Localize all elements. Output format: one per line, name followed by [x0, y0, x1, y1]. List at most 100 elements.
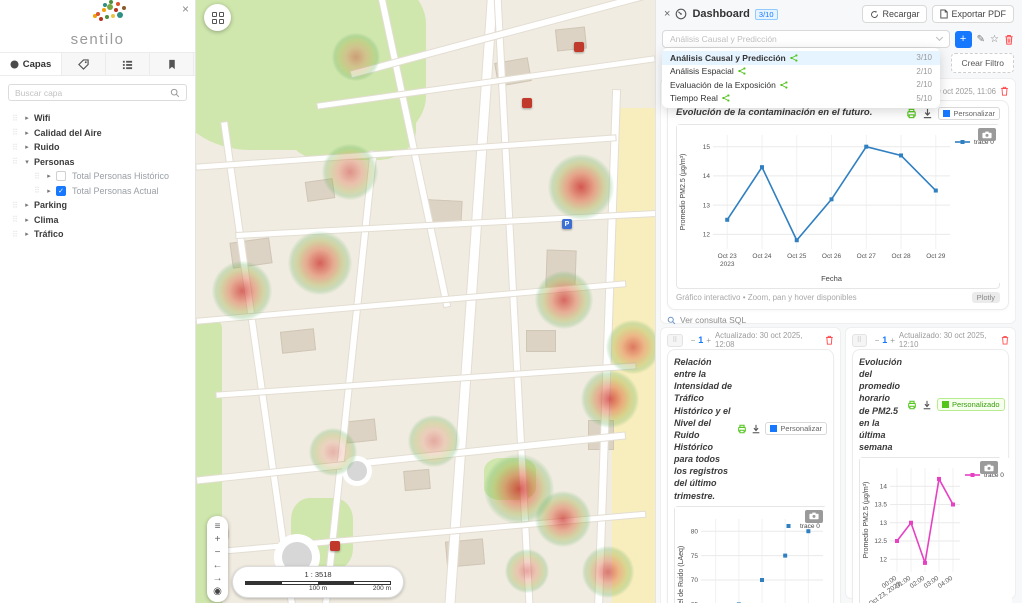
camera-icon[interactable]: [978, 128, 996, 141]
close-icon[interactable]: ×: [664, 8, 670, 20]
back-button[interactable]: ←: [207, 559, 228, 572]
edit-icon[interactable]: ✎: [977, 34, 985, 45]
layers-icon[interactable]: ≡: [207, 520, 228, 533]
caret-icon[interactable]: ▸: [22, 201, 32, 209]
layer-item-total-personas-histórico[interactable]: ⠿▸Total Personas Histórico: [0, 169, 195, 184]
svg-text:14: 14: [880, 484, 888, 491]
sentilo-logo: sentilo: [0, 0, 195, 52]
layer-label: Ruido: [34, 142, 60, 152]
svg-text:15: 15: [703, 144, 711, 151]
drag-handle-icon[interactable]: ⠿: [34, 172, 44, 181]
layer-item-clima[interactable]: ⠿▸Clima: [0, 213, 195, 228]
drag-handle[interactable]: ⠿: [667, 334, 683, 347]
poi-marker[interactable]: [522, 98, 532, 108]
stepper-minus[interactable]: −: [875, 336, 880, 345]
dropdown-option[interactable]: Tiempo Real5/10: [662, 92, 940, 106]
tab-tags[interactable]: [62, 53, 106, 75]
map-grid-button[interactable]: [204, 4, 231, 31]
caret-icon[interactable]: ▾: [22, 158, 32, 166]
drag-handle-icon[interactable]: ⠿: [12, 230, 22, 239]
caret-icon[interactable]: ▸: [44, 172, 54, 180]
dashboard-filter-select[interactable]: Análisis Causal y Predicción: [662, 30, 950, 48]
search-input[interactable]: [15, 88, 170, 98]
drag-handle[interactable]: ⠿: [852, 334, 867, 347]
drag-handle-icon[interactable]: ⠿: [12, 143, 22, 152]
drag-handle-icon[interactable]: ⠿: [12, 114, 22, 123]
camera-icon[interactable]: [805, 510, 823, 523]
download-icon[interactable]: [751, 424, 761, 434]
stepper-minus[interactable]: −: [691, 336, 696, 345]
option-label: Análisis Causal y Predicción: [670, 53, 786, 63]
export-pdf-button[interactable]: Exportar PDF: [932, 5, 1014, 23]
caret-icon[interactable]: ▸: [22, 230, 32, 238]
stepper-plus[interactable]: +: [706, 336, 711, 345]
layer-item-parking[interactable]: ⠿▸Parking: [0, 198, 195, 213]
order-stepper: − 1 +: [691, 335, 711, 345]
stepper-plus[interactable]: +: [890, 336, 895, 345]
download-icon[interactable]: [922, 108, 933, 119]
layer-item-personas[interactable]: ⠿▾Personas: [0, 155, 195, 170]
zoom-in-button[interactable]: +: [207, 533, 228, 546]
poi-marker[interactable]: [574, 42, 584, 52]
caret-icon[interactable]: ▸: [22, 143, 32, 151]
add-dashboard-button[interactable]: +: [955, 31, 972, 48]
drag-handle-icon[interactable]: ⠿: [12, 128, 22, 137]
layer-search[interactable]: [8, 84, 187, 101]
tab-list[interactable]: [106, 53, 150, 75]
forward-button[interactable]: →: [207, 572, 228, 585]
chevron-down-icon: [936, 34, 943, 41]
layer-checkbox[interactable]: [56, 171, 66, 181]
parking-marker[interactable]: P: [562, 219, 572, 229]
layer-item-total-personas-actual[interactable]: ⠿▸✓Total Personas Actual: [0, 184, 195, 199]
print-icon[interactable]: [737, 424, 747, 434]
delete-chart-icon[interactable]: [825, 335, 834, 345]
drag-handle-icon[interactable]: ⠿: [12, 201, 22, 210]
camera-icon[interactable]: [980, 461, 998, 474]
drag-handle-icon[interactable]: ⠿: [34, 186, 44, 195]
delete-dashboard-icon[interactable]: [1004, 34, 1014, 45]
drag-handle-icon[interactable]: ⠿: [12, 157, 22, 166]
tab-capas[interactable]: Capas: [0, 53, 62, 75]
chart-title: Evolución del promedio horario de PM2.5 …: [859, 356, 902, 453]
create-filter-button[interactable]: Crear Filtro: [951, 53, 1014, 73]
svg-text:Promedio PM2.5 (µg/m³): Promedio PM2.5 (µg/m³): [863, 482, 870, 559]
view-sql-link[interactable]: Ver consulta SQL: [667, 312, 1009, 328]
svg-text:13.5: 13.5: [874, 502, 887, 509]
pollution-line-chart[interactable]: 12131415Oct 232023Oct 24Oct 25Oct 26Oct …: [677, 125, 1006, 283]
zoom-out-button[interactable]: −: [207, 546, 228, 559]
layer-item-wifi[interactable]: ⠿▸Wifi: [0, 111, 195, 126]
layer-item-calidad-del-aire[interactable]: ⠿▸Calidad del Aire: [0, 126, 195, 141]
caret-icon[interactable]: ▸: [44, 187, 54, 195]
personalize-button[interactable]: Personalizar: [938, 107, 1000, 120]
print-icon[interactable]: [907, 400, 917, 410]
delete-chart-icon[interactable]: [1001, 335, 1009, 345]
dropdown-option[interactable]: Evaluación de la Exposición2/10: [662, 78, 940, 92]
tab-bookmarks[interactable]: [150, 53, 194, 75]
download-icon[interactable]: [922, 400, 932, 410]
reload-button[interactable]: Recargar: [862, 5, 927, 23]
print-icon[interactable]: [906, 108, 917, 119]
order-stepper: − 1 +: [875, 335, 895, 345]
pm25-week-line-chart[interactable]: 1212.51313.51400:00Oct 23, 202301:0002:0…: [860, 458, 1012, 603]
layer-checkbox[interactable]: ✓: [56, 186, 66, 196]
layer-item-tráfico[interactable]: ⠿▸Tráfico: [0, 227, 195, 242]
caret-icon[interactable]: ▸: [22, 216, 32, 224]
caret-icon[interactable]: ▸: [22, 114, 32, 122]
plotly-badge[interactable]: Plotly: [972, 292, 1000, 303]
favorite-star-icon[interactable]: ☆: [990, 34, 999, 45]
locate-icon[interactable]: ◉: [207, 585, 228, 598]
personalize-button[interactable]: Personalizar: [765, 422, 827, 435]
poi-marker[interactable]: [330, 541, 340, 551]
caret-icon[interactable]: ▸: [22, 129, 32, 137]
option-label: Evaluación de la Exposición: [670, 80, 776, 90]
sidebar-tabs: Capas: [0, 52, 195, 76]
dropdown-option[interactable]: Análisis Espacial2/10: [662, 65, 940, 79]
dropdown-option[interactable]: Análisis Causal y Predicción3/10: [662, 51, 940, 65]
layer-item-ruido[interactable]: ⠿▸Ruido: [0, 140, 195, 155]
personalized-button[interactable]: Personalizado: [937, 398, 1005, 411]
interactive-note: Gráfico interactivo • Zoom, pan y hover …: [676, 293, 857, 302]
map-building: [545, 249, 576, 290]
drag-handle-icon[interactable]: ⠿: [12, 215, 22, 224]
map[interactable]: P P ≡ + − ← → ◉ 1 : 3518 100 m 200 m: [196, 0, 656, 603]
delete-chart-icon[interactable]: [1000, 86, 1009, 96]
